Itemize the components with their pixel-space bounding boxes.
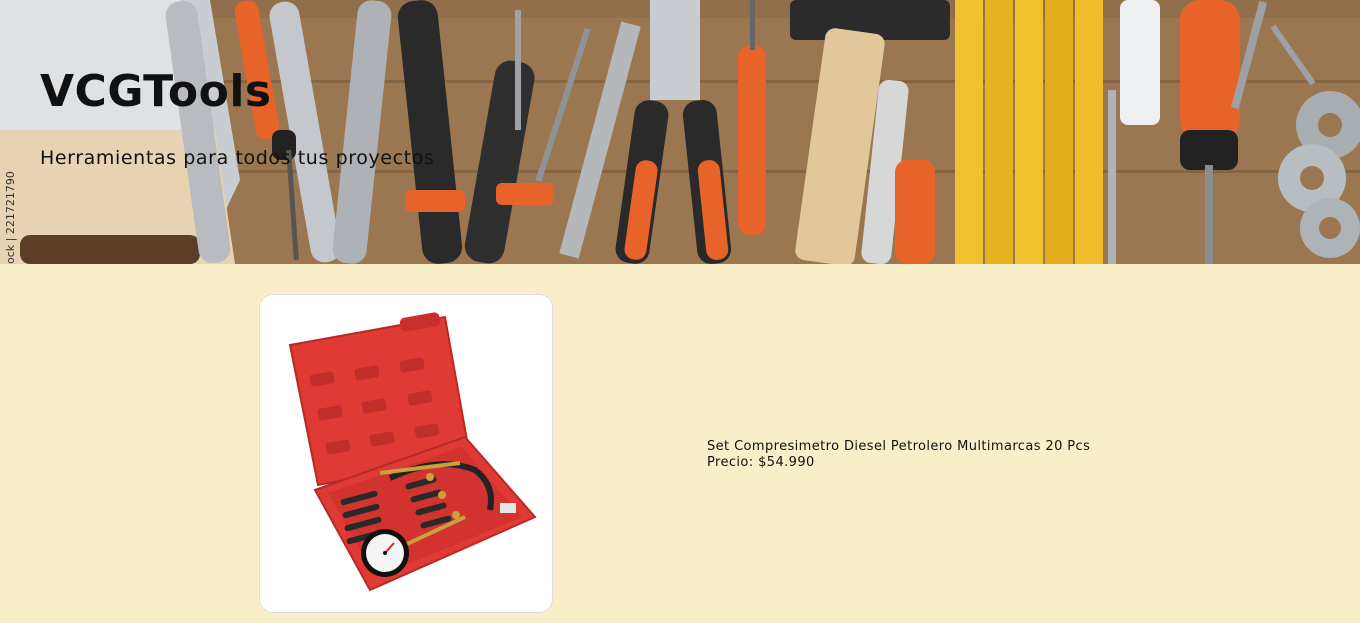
product-name[interactable]: Set Compresimetro Diesel Petrolero Multi… [707, 439, 1090, 455]
site-subtitle: Herramientas para todos tus proyectos [40, 147, 435, 169]
product-price-line: Precio: $54.990 [707, 455, 1090, 471]
product-image-card[interactable] [259, 294, 553, 613]
product-price-label: Precio: [707, 455, 754, 470]
tools-banner-image: ock | 221721790 [0, 0, 1360, 264]
site-title: VCGTools [40, 66, 272, 117]
product-price: $54.990 [758, 455, 815, 470]
stock-watermark: ock | 221721790 [4, 171, 17, 264]
product-info: Set Compresimetro Diesel Petrolero Multi… [707, 439, 1090, 471]
compression-tester-kit-image [260, 295, 552, 612]
hero-banner: ock | 221721790 VCGTools Herramientas pa… [0, 0, 1360, 264]
